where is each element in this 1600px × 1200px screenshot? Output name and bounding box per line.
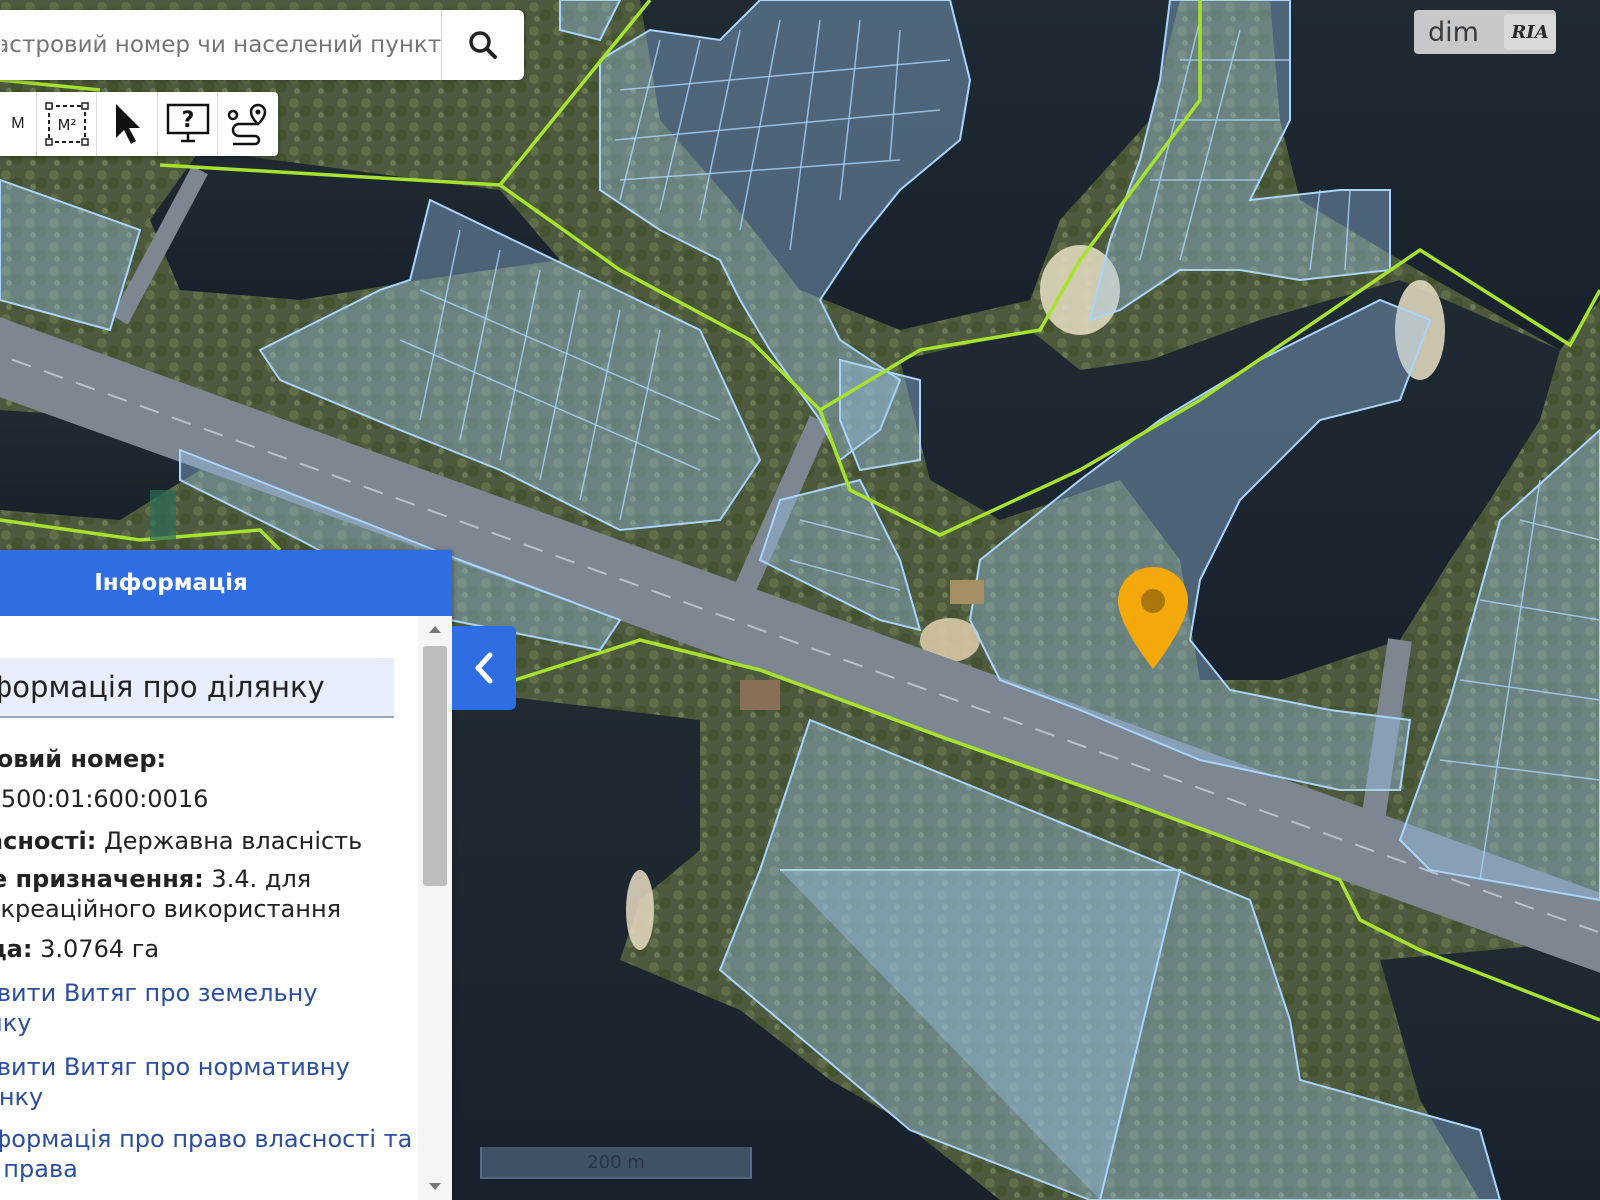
search-button[interactable] — [441, 10, 524, 80]
scroll-down-arrow-icon[interactable] — [418, 1174, 452, 1200]
purpose-value-1: 3.4. для — [211, 865, 312, 893]
info-panel: Інформація Інформація про ділянку Кадаст… — [0, 550, 452, 1200]
purpose-label: Цільове призначення: — [0, 865, 204, 893]
scroll-up-arrow-icon[interactable] — [418, 616, 452, 642]
purpose-row: Цільове призначення: 3.4. для — [0, 864, 311, 894]
ownership-label: Тип власності: — [0, 827, 97, 855]
cursor-arrow-icon — [116, 104, 141, 144]
select-tool-button[interactable] — [97, 92, 158, 156]
order-land-extract-link[interactable]: Замовити Витяг про земельну — [0, 978, 318, 1008]
logo-text: dim — [1428, 16, 1479, 48]
ownership-row: Тип власності: Державна власність — [0, 826, 362, 856]
search-box — [0, 10, 524, 80]
measure-area-button[interactable]: M² — [37, 92, 98, 156]
location-marker-icon[interactable] — [1116, 565, 1190, 671]
search-input[interactable] — [0, 12, 442, 78]
collapse-panel-button[interactable] — [452, 626, 516, 710]
area-row: Площа: 3.0764 га — [0, 934, 159, 964]
order-valuation-extract-link[interactable]: Замовити Витяг про нормативну — [0, 1052, 350, 1082]
map-toolbar: M M² ? — [0, 92, 278, 156]
ownership-rights-link[interactable]: Інформація про право власності та — [0, 1124, 412, 1154]
measure-label: M — [11, 115, 25, 132]
scale-label: 200 m — [587, 1151, 645, 1173]
route-tool-button[interactable] — [218, 92, 278, 156]
panel-body: Інформація про ділянку Кадастровий номер… — [0, 616, 418, 1200]
area-measure-icon: M² — [44, 102, 89, 146]
chevron-left-icon — [475, 652, 493, 684]
parcel-info-heading: Інформація про ділянку — [0, 658, 394, 718]
svg-text:?: ? — [181, 108, 194, 133]
logo-badge: RIA — [1504, 14, 1556, 50]
scroll-thumb[interactable] — [423, 646, 447, 886]
route-pin-icon — [227, 103, 267, 146]
help-monitor-icon: ? — [166, 103, 209, 143]
cadastral-label-row: Кадастровий номер: — [0, 744, 166, 774]
search-icon — [469, 31, 498, 59]
cadastral-value: 3221455500:01:600:0016 — [0, 785, 209, 813]
area-value: 3.0764 га — [40, 935, 160, 963]
measure-distance-button[interactable]: M — [0, 92, 37, 156]
ownership-rights-link-2[interactable]: речові права — [0, 1154, 78, 1184]
area-label: M² — [57, 116, 76, 134]
order-land-extract-link-2[interactable]: ділянку — [0, 1008, 31, 1038]
parcel-info-heading-text: Інформація про ділянку — [0, 670, 325, 704]
help-info-button[interactable]: ? — [158, 92, 219, 156]
panel-title: Інформація — [0, 550, 452, 616]
ownership-value: Державна власність — [103, 827, 363, 855]
cadastral-label: Кадастровий номер: — [0, 745, 167, 773]
area-label: Площа: — [0, 935, 33, 963]
order-valuation-extract-link-2[interactable]: грошову оцінку — [0, 1082, 43, 1112]
map-scale-bar: 200 m — [480, 1147, 752, 1179]
dim-ria-logo: dim RIA — [1414, 10, 1556, 54]
panel-scrollbar[interactable] — [418, 616, 452, 1200]
purpose-value-2: колективного садівництва та рекреаційног… — [0, 895, 342, 923]
